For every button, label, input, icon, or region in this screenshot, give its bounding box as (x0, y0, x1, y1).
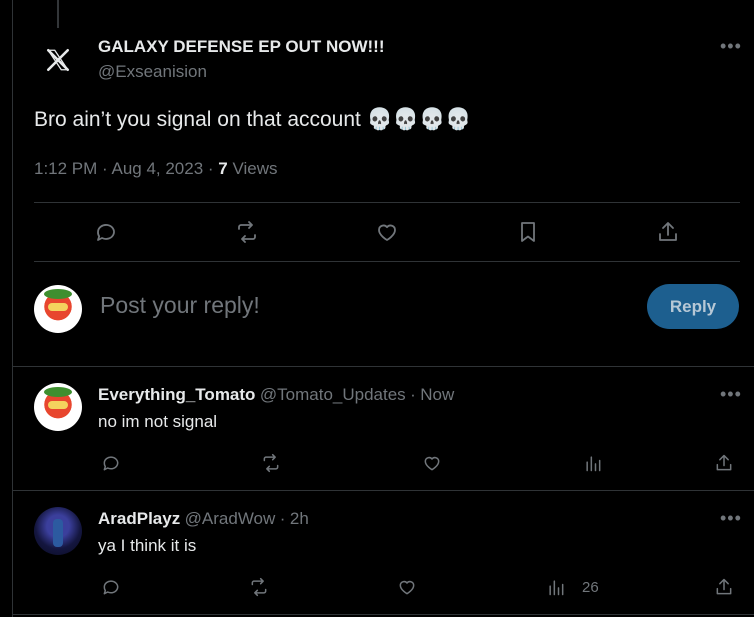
more-options-icon[interactable]: ••• (720, 508, 742, 529)
avatar[interactable] (34, 507, 82, 555)
reply-author-handle[interactable]: @AradWow (185, 509, 276, 528)
reply-header: AradPlayz @AradWow · 2h (98, 509, 309, 529)
reply-time[interactable]: 2h (290, 509, 309, 528)
share-icon[interactable] (653, 217, 683, 247)
divider (12, 614, 754, 615)
reply-icon[interactable] (96, 448, 126, 478)
reply-icon[interactable] (91, 217, 121, 247)
reply-author-handle[interactable]: @Tomato_Updates (260, 385, 406, 404)
divider (34, 202, 740, 203)
reply-text: no im not signal (98, 412, 218, 431)
repost-icon[interactable] (256, 448, 286, 478)
more-options-icon[interactable]: ••• (720, 384, 742, 405)
separator: · (410, 385, 416, 404)
reply-author-name[interactable]: Everything_Tomato (98, 385, 255, 404)
reply-icon[interactable] (96, 572, 126, 602)
reply-time[interactable]: Now (420, 385, 454, 404)
views-icon[interactable] (578, 448, 608, 478)
thread-connector-line (57, 0, 59, 28)
divider (34, 261, 740, 262)
share-icon[interactable] (709, 448, 739, 478)
reply-input[interactable]: Post your reply! (100, 292, 260, 319)
author-handle[interactable]: @Exseanision (98, 62, 207, 82)
tweet-meta: 1:12 PM · Aug 4, 2023 · 7 Views (34, 159, 278, 178)
divider (12, 366, 754, 367)
timeline-border (12, 0, 13, 617)
bookmark-icon[interactable] (513, 217, 543, 247)
divider (12, 490, 754, 491)
views-label: Views (232, 159, 278, 178)
avatar[interactable] (34, 383, 82, 431)
like-icon[interactable] (372, 217, 402, 247)
more-options-icon[interactable]: ••• (720, 36, 742, 57)
tweet-date[interactable]: Aug 4, 2023 (111, 159, 203, 178)
reply-author-name[interactable]: AradPlayz (98, 509, 180, 528)
views-icon[interactable] (541, 572, 571, 602)
avatar[interactable] (34, 285, 82, 333)
like-icon[interactable] (392, 572, 422, 602)
tweet-time[interactable]: 1:12 PM (34, 159, 97, 178)
separator: · (279, 509, 286, 528)
reply-text: ya I think it is (98, 536, 197, 555)
like-icon[interactable] (417, 448, 447, 478)
reply-button[interactable]: Reply (647, 284, 739, 329)
views-count: 26 (582, 579, 599, 596)
share-icon[interactable] (709, 572, 739, 602)
views-count: 7 (218, 159, 228, 178)
repost-icon[interactable] (232, 217, 262, 247)
author-name[interactable]: GALAXY DEFENSE EP OUT NOW!!! (98, 37, 385, 57)
tweet-text: Bro ain’t you signal on that account 💀💀💀… (34, 108, 472, 131)
x-logo-icon[interactable] (34, 36, 82, 84)
reply-header: Everything_Tomato @Tomato_Updates · Now (98, 385, 454, 405)
repost-icon[interactable] (244, 572, 274, 602)
